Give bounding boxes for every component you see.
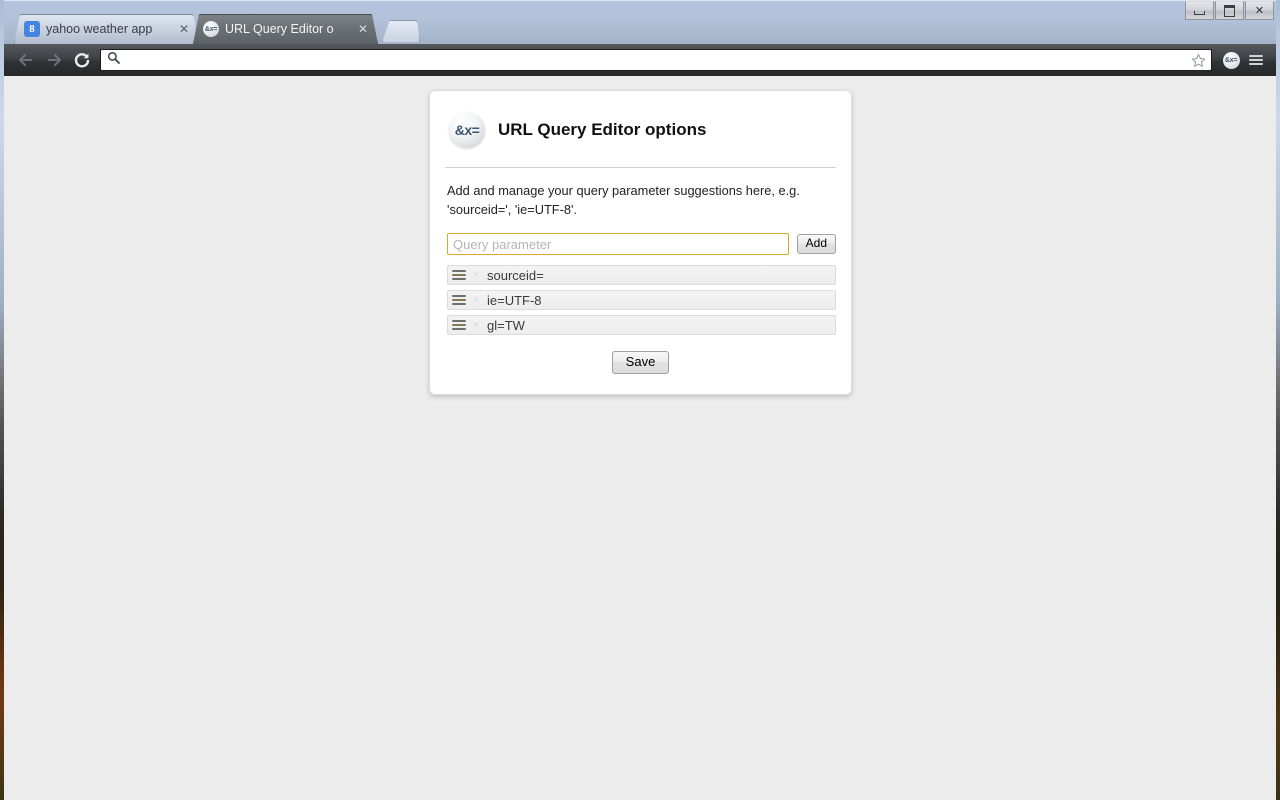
window-controls: ✕ xyxy=(1185,1,1274,20)
parameter-label: gl=TW xyxy=(487,317,525,333)
url-query-editor-extension-icon: &x= xyxy=(1222,51,1240,69)
handle-bar-1 xyxy=(452,295,466,298)
query-parameter-input[interactable] xyxy=(447,233,789,256)
forward-arrow-icon xyxy=(47,54,61,66)
chrome-menu-button[interactable] xyxy=(1244,47,1268,73)
drag-handle-icon[interactable] xyxy=(452,294,466,307)
handle-bar-3 xyxy=(452,303,466,306)
handle-bar-3 xyxy=(452,278,466,281)
tab-close-icon[interactable]: ✕ xyxy=(177,22,191,36)
delete-icon[interactable]: × xyxy=(471,294,481,306)
browser-toolbar: &x= xyxy=(4,44,1276,76)
bookmark-star-icon[interactable] xyxy=(1189,51,1207,69)
tab-title: yahoo weather app xyxy=(46,22,153,36)
close-window-button[interactable]: ✕ xyxy=(1245,1,1274,20)
card-header: &x= URL Query Editor options xyxy=(445,109,836,148)
parameter-label: sourceid= xyxy=(487,267,544,283)
menu-bar-3 xyxy=(1249,63,1263,65)
maximize-icon xyxy=(1216,2,1243,19)
menu-bar-1 xyxy=(1249,55,1263,57)
handle-bar-2 xyxy=(452,299,466,302)
options-card: &x= URL Query Editor options Add and man… xyxy=(429,90,852,396)
header-divider xyxy=(445,167,836,168)
tab-close-icon[interactable]: ✕ xyxy=(356,22,370,36)
reload-button[interactable] xyxy=(68,47,96,73)
address-bar-input[interactable] xyxy=(120,53,1189,67)
save-row: Save xyxy=(445,351,836,375)
delete-icon[interactable]: × xyxy=(471,319,481,331)
handle-bar-2 xyxy=(452,324,466,327)
list-item[interactable]: × gl=TW xyxy=(447,315,836,336)
handle-bar-3 xyxy=(452,328,466,331)
forward-button[interactable] xyxy=(40,47,68,73)
url-query-editor-favicon-icon: &x= xyxy=(203,21,219,37)
url-query-editor-extension-button[interactable]: &x= xyxy=(1218,47,1244,73)
tab-yahoo-weather-app[interactable]: 8 yahoo weather app ✕ xyxy=(14,14,199,44)
list-item[interactable]: × sourceid= xyxy=(447,265,836,286)
back-arrow-icon xyxy=(19,54,33,66)
title-bar: ✕ 8 yahoo weather app ✕ &x= URL Query Ed… xyxy=(4,0,1276,44)
list-item[interactable]: × ie=UTF-8 xyxy=(447,290,836,311)
tab-strip: 8 yahoo weather app ✕ &x= URL Query Edit… xyxy=(14,12,420,44)
delete-icon[interactable]: × xyxy=(471,269,481,281)
tab-title: URL Query Editor o xyxy=(225,22,334,36)
save-button[interactable]: Save xyxy=(611,351,670,375)
tab-url-query-editor-options[interactable]: &x= URL Query Editor o ✕ xyxy=(193,14,378,44)
maximize-button[interactable] xyxy=(1215,1,1244,20)
add-button[interactable]: Add xyxy=(796,234,836,255)
page-title: URL Query Editor options xyxy=(498,120,707,139)
new-tab-button[interactable] xyxy=(382,20,420,42)
parameter-list: × sourceid= × ie=UTF-8 × gl=TW xyxy=(447,265,836,336)
new-tab-shape xyxy=(382,20,420,42)
handle-bar-2 xyxy=(452,274,466,277)
search-icon xyxy=(107,51,120,69)
google-favicon-icon: 8 xyxy=(24,21,40,37)
reload-icon xyxy=(74,53,90,68)
minimize-button[interactable] xyxy=(1185,1,1214,20)
menu-bar-2 xyxy=(1249,59,1263,61)
description-text: Add and manage your query parameter sugg… xyxy=(447,183,800,217)
back-button[interactable] xyxy=(12,47,40,73)
chrome-browser-window: ✕ 8 yahoo weather app ✕ &x= URL Query Ed… xyxy=(4,0,1276,800)
handle-bar-1 xyxy=(452,320,466,323)
parameter-label: ie=UTF-8 xyxy=(487,292,542,308)
app-logo-icon: &x= xyxy=(449,112,485,148)
drag-handle-icon[interactable] xyxy=(452,269,466,282)
page-viewport: &x= URL Query Editor options Add and man… xyxy=(4,76,1276,800)
handle-bar-1 xyxy=(452,270,466,273)
close-icon: ✕ xyxy=(1254,4,1265,17)
minimize-icon xyxy=(1186,2,1213,19)
omnibox[interactable] xyxy=(100,49,1212,71)
drag-handle-icon[interactable] xyxy=(452,319,466,332)
add-parameter-row: Add xyxy=(447,233,836,256)
